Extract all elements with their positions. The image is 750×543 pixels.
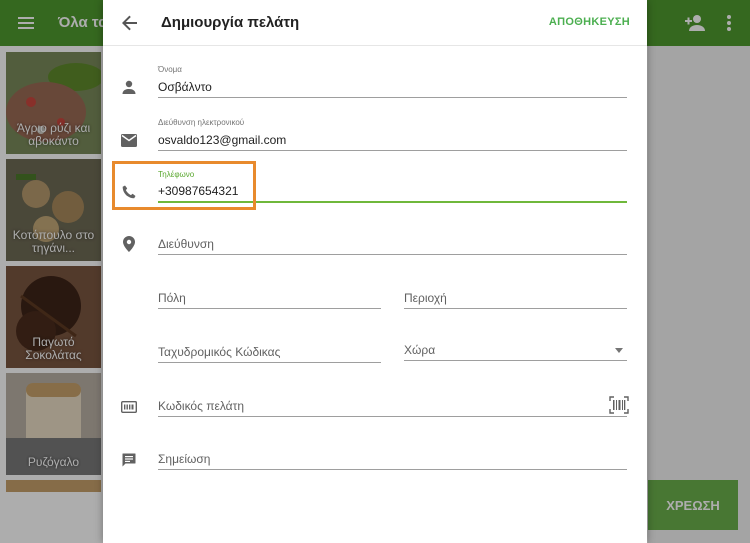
create-customer-dialog: Δημιουργία πελάτη ΑΠΟΘΗΚΕΥΣΗ Όνομα Οσβάλ… — [103, 0, 647, 543]
customer-code-placeholder: Κωδικός πελάτη — [158, 399, 245, 413]
email-label: Διεύθυνση ηλεκτρονικού — [158, 118, 245, 127]
region-placeholder: Περιοχή — [404, 291, 447, 305]
postal-code-placeholder: Ταχυδρομικός Κώδικας — [158, 345, 281, 359]
dialog-title: Δημιουργία πελάτη — [161, 14, 300, 31]
country-select[interactable]: Χώρα — [404, 339, 627, 361]
back-arrow-icon — [122, 15, 137, 31]
name-value: Οσβάλντο — [158, 80, 212, 94]
note-field[interactable]: Σημείωση — [158, 448, 627, 470]
city-placeholder: Πόλη — [158, 291, 186, 305]
dropdown-caret-icon — [615, 348, 623, 353]
name-field[interactable]: Οσβάλντο — [158, 76, 627, 98]
region-field[interactable]: Περιοχή — [404, 287, 627, 309]
highlight-box — [112, 161, 256, 210]
save-button[interactable]: ΑΠΟΘΗΚΕΥΣΗ — [549, 16, 630, 28]
location-pin-icon — [120, 235, 138, 253]
note-placeholder: Σημείωση — [158, 452, 211, 466]
email-field[interactable]: osvaldo123@gmail.com — [158, 129, 627, 151]
email-value: osvaldo123@gmail.com — [158, 133, 287, 147]
country-placeholder: Χώρα — [404, 343, 436, 357]
back-button[interactable] — [119, 12, 141, 34]
person-icon — [120, 78, 138, 96]
note-icon — [120, 451, 138, 469]
dialog-header: Δημιουργία πελάτη ΑΠΟΘΗΚΕΥΣΗ — [103, 0, 647, 46]
address-placeholder: Διεύθυνση — [158, 237, 214, 251]
customer-code-field[interactable]: Κωδικός πελάτη — [158, 395, 627, 417]
city-field[interactable]: Πόλη — [158, 287, 381, 309]
address-field[interactable]: Διεύθυνση — [158, 233, 627, 255]
name-label: Όνομα — [158, 65, 182, 74]
postal-code-field[interactable]: Ταχυδρομικός Κώδικας — [158, 341, 381, 363]
customer-card-icon — [120, 398, 138, 416]
barcode-icon[interactable] — [609, 396, 629, 414]
email-icon — [120, 131, 138, 149]
